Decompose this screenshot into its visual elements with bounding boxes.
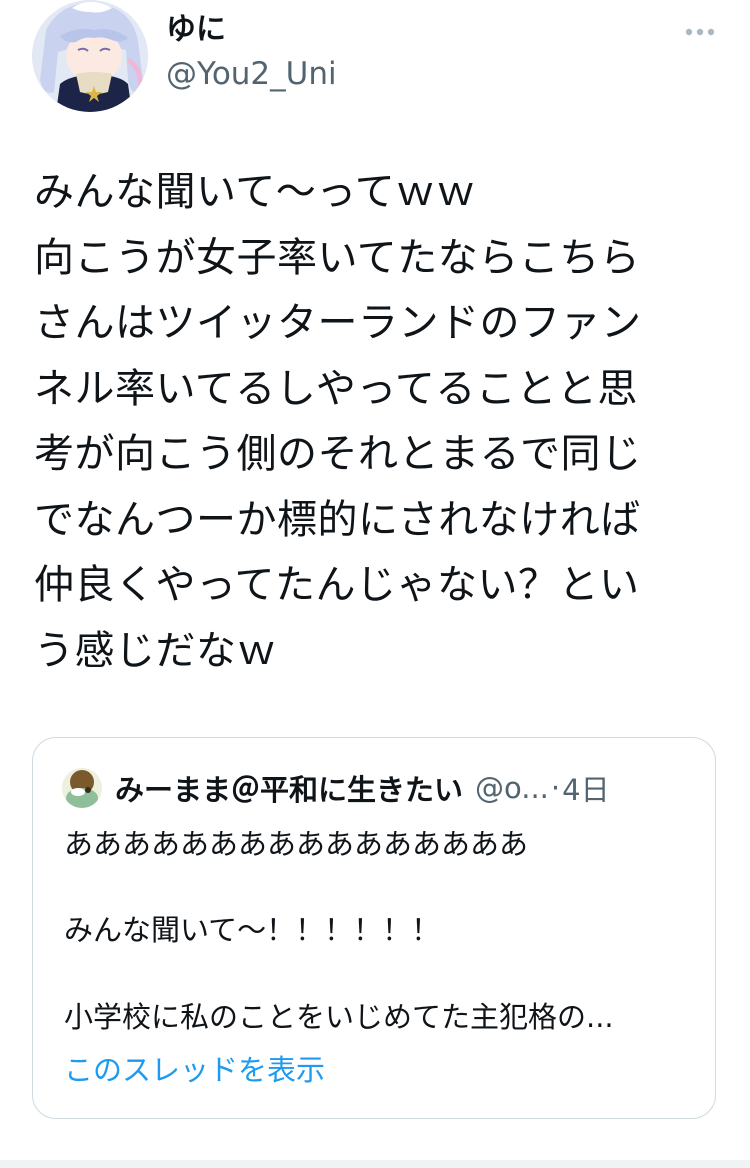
show-thread-link[interactable]: このスレッドを表示 (64, 1050, 325, 1090)
tweet-text-line: 仲良くやってたんじゃない？とい (34, 562, 640, 608)
quoted-author-handle[interactable]: @o... (475, 771, 549, 805)
quoted-avatar-icon (62, 768, 102, 808)
tweet: ゆに @You2_Uni みんな聞いて〜ってｗｗ 向こうが女子率いてたならこちら… (0, 0, 750, 1168)
tweet-text-line: 考が向こう側のそれとまるで同じ (34, 431, 642, 477)
author-handle[interactable]: @You2_Uni (166, 54, 337, 94)
tweet-text-line: さんはツイッターランドのファン (34, 300, 642, 346)
author-avatar[interactable] (32, 0, 148, 112)
anime-avatar-icon (32, 0, 148, 112)
quoted-author-avatar[interactable] (62, 768, 102, 808)
quoted-tweet-header: みーまま＠平和に生きたい @o... · 4日 (115, 766, 695, 810)
quoted-text-line: 小学校に私のことをいじめてた主犯格の... (64, 1000, 614, 1034)
tweet-text: みんな聞いて〜ってｗｗ 向こうが女子率いてたならこちら さんはツイッターランドの… (34, 160, 724, 684)
quoted-text-line: みんな聞いて〜！！！！！！ (64, 913, 441, 947)
quoted-author-name[interactable]: みーまま＠平和に生きたい (115, 767, 463, 809)
quoted-tweet-time[interactable]: 4日 (562, 767, 609, 809)
tweet-text-line: 向こうが女子率いてたならこちら (34, 234, 641, 281)
tweet-text-line: みんな聞いて〜ってｗｗ (34, 169, 477, 215)
divider (0, 1160, 750, 1168)
more-options-button[interactable] (676, 16, 724, 48)
author-display-name[interactable]: ゆに (166, 10, 226, 50)
tweet-text-line: ネル率いてるしやってることと思 (34, 365, 638, 412)
tweet-text-line: でなんつーか標的にされなければ (34, 496, 641, 543)
header-separator: · (550, 771, 561, 805)
tweet-text-line: う感じだなｗ (34, 627, 277, 674)
more-horizontal-icon (685, 28, 715, 36)
quoted-tweet-card[interactable]: みーまま＠平和に生きたい @o... · 4日 ああああああああああああああああ… (32, 737, 716, 1119)
quoted-text-line: ああああああああああああああああ (64, 827, 529, 861)
